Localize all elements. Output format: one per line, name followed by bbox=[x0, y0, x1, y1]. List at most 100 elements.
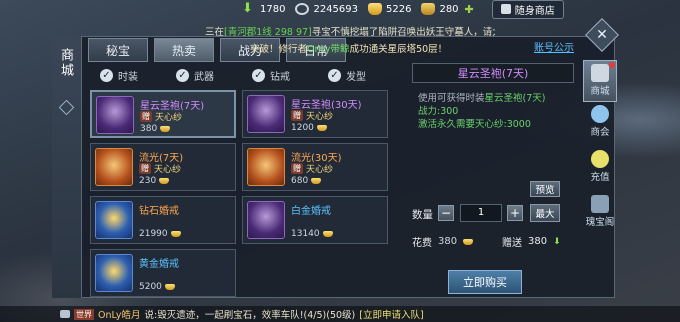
item-price-value: 21990 bbox=[139, 229, 168, 239]
chat-icon[interactable] bbox=[60, 310, 70, 318]
increase-quantity-button[interactable]: + bbox=[507, 205, 523, 221]
portable-shop-button[interactable]: 随身商店 bbox=[491, 0, 564, 19]
gift-row: 赠送 380 ⬇ bbox=[502, 234, 561, 249]
treasure-chest-icon bbox=[247, 148, 285, 186]
item-bonus: 赠天心纱 bbox=[291, 162, 333, 175]
nav-mall[interactable]: 商城 bbox=[583, 60, 617, 102]
item-price: 230 bbox=[139, 176, 170, 186]
item-name: 黄金婚戒 bbox=[139, 259, 179, 270]
checkbox-checked-icon[interactable]: ✓ bbox=[176, 69, 189, 82]
treasure-chest-icon bbox=[95, 148, 133, 186]
filter-label: 武器 bbox=[194, 72, 214, 83]
nav-trade[interactable]: 商会 bbox=[583, 105, 617, 147]
ingot-icon bbox=[316, 125, 327, 131]
detail-line-1: 使用可获得时装星云圣袍(7天) bbox=[418, 92, 545, 105]
nav-label: 瑰宝阁 bbox=[585, 217, 615, 228]
gold-bag-icon bbox=[421, 3, 436, 15]
item-price: 13140 bbox=[291, 229, 333, 239]
nav-label: 商城 bbox=[590, 86, 610, 97]
nav-label: 商会 bbox=[590, 127, 610, 138]
shop-item[interactable]: 黄金婚戒 5200 bbox=[90, 249, 236, 297]
item-bonus-label: 天心纱 bbox=[306, 112, 334, 122]
detail-info: 使用可获得时装星云圣袍(7天) 战力:300 激活永久需要天心纱:3000 bbox=[418, 92, 545, 131]
item-price: 5200 bbox=[139, 282, 175, 292]
treasure-icon bbox=[591, 195, 609, 213]
resource-gear-coin: 2245693 bbox=[295, 3, 358, 15]
detail-line-2: 战力:300 bbox=[418, 106, 459, 117]
filter-label: 发型 bbox=[346, 72, 366, 83]
shop-item[interactable]: 白金婚戒 13140 bbox=[242, 196, 388, 244]
arrow-coin-icon: ⬇ bbox=[553, 236, 561, 247]
shop-item[interactable]: 流光(30天) 赠天心纱 680 bbox=[242, 143, 388, 191]
item-bonus-label: 天心纱 bbox=[154, 165, 182, 175]
diamond-ring-icon bbox=[95, 201, 133, 239]
ingot-icon bbox=[322, 231, 333, 237]
shop-item[interactable]: 星云圣袍(30天) 赠天心纱 1200 bbox=[242, 90, 388, 138]
filter-ring[interactable]: ✓ 钻戒 bbox=[252, 68, 290, 83]
gift-tag: 赠 bbox=[291, 110, 303, 121]
item-grid: 星云圣袍(7天) 赠天心纱 380 星云圣袍(30天) 赠天心纱 1200 流光… bbox=[90, 90, 390, 297]
trade-icon bbox=[591, 105, 609, 123]
item-price-value: 680 bbox=[291, 176, 309, 186]
chat-channel-tag: 世界 bbox=[74, 308, 94, 320]
ingot-icon bbox=[160, 126, 171, 132]
max-quantity-button[interactable]: 最大 bbox=[530, 204, 560, 222]
add-currency-icon[interactable]: ✚ bbox=[465, 3, 474, 16]
detail-title: 星云圣袍(7天) bbox=[457, 67, 529, 80]
gift-tag: 赠 bbox=[291, 163, 303, 174]
gold-ring-icon bbox=[95, 254, 133, 292]
filter-weapon[interactable]: ✓ 武器 bbox=[176, 68, 214, 83]
gift-tag: 赠 bbox=[140, 111, 152, 122]
close-icon: ✕ bbox=[596, 27, 608, 43]
filter-label: 钻戒 bbox=[270, 72, 290, 83]
resource-value: 280 bbox=[439, 3, 459, 15]
quantity-input[interactable]: 1 bbox=[460, 204, 502, 222]
item-bonus: 赠天心纱 bbox=[291, 109, 333, 122]
portable-shop-label: 随身商店 bbox=[514, 5, 555, 17]
cost-row: 花费 380 bbox=[412, 234, 474, 249]
join-team-link[interactable]: [立即申请入队] bbox=[359, 307, 423, 321]
item-price-value: 1200 bbox=[291, 123, 314, 133]
shop-item[interactable]: 钻石婚戒 21990 bbox=[90, 196, 236, 244]
buy-now-button[interactable]: 立即购买 bbox=[448, 270, 522, 294]
announcement-link[interactable]: 账号公示 bbox=[534, 39, 574, 54]
tab-hot-sale[interactable]: 热卖 bbox=[154, 38, 214, 62]
shop-item[interactable]: 星云圣袍(7天) 赠天心纱 380 bbox=[90, 90, 236, 138]
resource-arrow-coin: ⬇ 1780 bbox=[242, 2, 286, 15]
banner-player-name[interactable]: OnLy带鲸 bbox=[307, 44, 350, 55]
ingot-icon bbox=[164, 284, 175, 290]
shop-icon bbox=[591, 64, 609, 82]
charge-icon bbox=[591, 150, 609, 168]
cost-label: 花费 bbox=[412, 238, 432, 249]
filter-label: 时装 bbox=[118, 72, 138, 83]
filter-fashion[interactable]: ✓ 时装 bbox=[100, 68, 138, 83]
silver-ingot-icon bbox=[368, 3, 382, 15]
decrease-quantity-button[interactable]: − bbox=[438, 205, 454, 221]
filter-row: ✓ 时装 ✓ 武器 ✓ 钻戒 ✓ 发型 bbox=[100, 68, 366, 83]
resource-gold-bag[interactable]: 280 ✚ bbox=[421, 3, 474, 16]
gear-coin-icon bbox=[295, 3, 310, 15]
nav-recharge[interactable]: 充值 bbox=[583, 150, 617, 192]
resource-value: 5226 bbox=[386, 3, 412, 15]
checkbox-checked-icon[interactable]: ✓ bbox=[328, 69, 341, 82]
gift-value: 380 bbox=[528, 236, 548, 247]
item-price: 21990 bbox=[139, 229, 181, 239]
detail-line-1-prefix: 使用可获得时装 bbox=[418, 93, 485, 104]
tab-mibao[interactable]: 秘宝 bbox=[88, 38, 148, 62]
item-bonus-label: 天心纱 bbox=[306, 165, 334, 175]
chat-sender-name[interactable]: OnLy皓月 bbox=[98, 307, 141, 321]
quantity-label: 数量 bbox=[412, 209, 433, 221]
detail-line-3: 激活永久需要天心纱:3000 bbox=[418, 119, 531, 130]
resource-silver-ingot: 5226 bbox=[368, 3, 411, 15]
cost-value: 380 bbox=[438, 236, 458, 247]
resource-value: 1780 bbox=[260, 3, 286, 15]
world-chat-bar[interactable]: 世界 OnLy皓月 说:毁灭遗迹，一起刷宝石，效率车队!(4/5)(50级) [… bbox=[0, 306, 680, 322]
filter-hairstyle[interactable]: ✓ 发型 bbox=[328, 68, 366, 83]
achievement-banner: 突破！修行者OnLy带鲸成功通关星辰塔50层！ bbox=[250, 41, 447, 55]
checkbox-checked-icon[interactable]: ✓ bbox=[100, 69, 113, 82]
right-nav: 商城 商会 充值 瑰宝阁 bbox=[583, 60, 617, 240]
nav-treasure-pavilion[interactable]: 瑰宝阁 bbox=[583, 195, 617, 237]
preview-button[interactable]: 预览 bbox=[530, 181, 560, 197]
checkbox-checked-icon[interactable]: ✓ bbox=[252, 69, 265, 82]
shop-item[interactable]: 流光(7天) 赠天心纱 230 bbox=[90, 143, 236, 191]
